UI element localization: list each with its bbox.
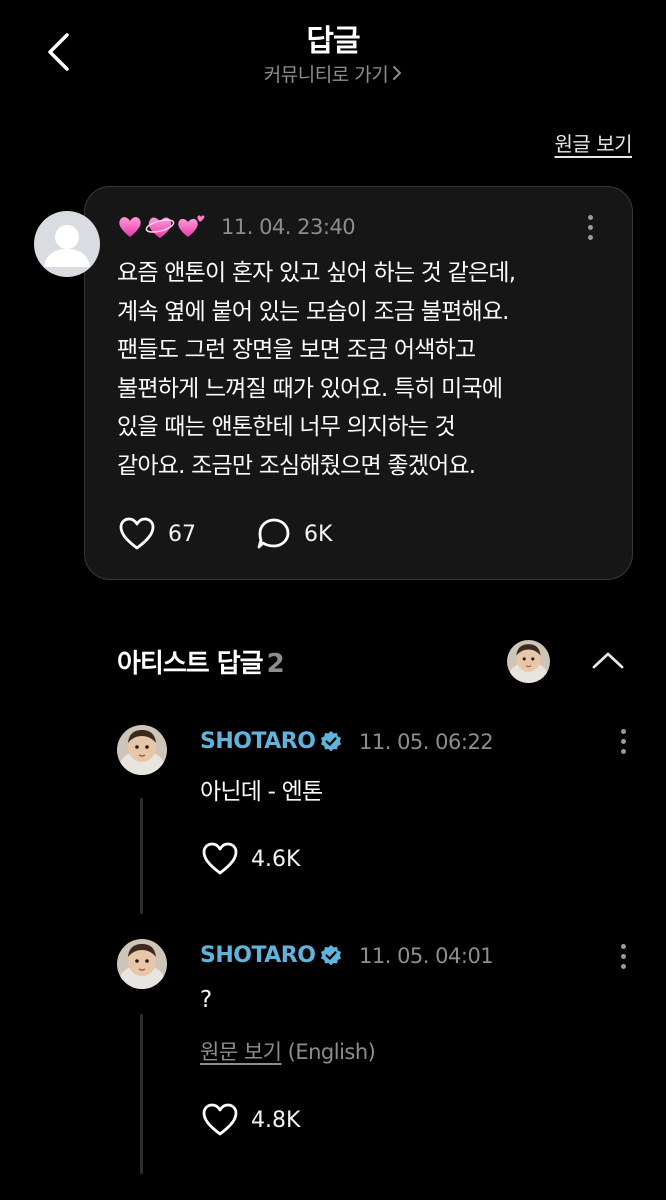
post-comment-button[interactable]: 6K — [256, 516, 332, 552]
reply-author-avatar[interactable] — [117, 939, 167, 989]
reply-more-button[interactable] — [611, 938, 635, 974]
page-title: 답글 — [306, 24, 360, 59]
artist-avatar-summary — [507, 640, 550, 683]
reply-more-button[interactable] — [611, 723, 635, 759]
post-timestamp: 11. 04. 23:40 — [221, 215, 356, 239]
hearts-icon — [119, 215, 205, 238]
verified-badge-icon — [321, 730, 342, 751]
post-author-hearts-nickname — [116, 212, 208, 242]
heart-outline-icon — [119, 517, 155, 550]
post-author-avatar[interactable] — [34, 211, 100, 277]
post-like-count: 67 — [168, 521, 196, 547]
artist-face-avatar-icon — [117, 725, 167, 775]
reply-text: 아닌데 - 엔톤 — [200, 779, 323, 805]
default-user-icon — [44, 225, 90, 267]
post-body: 요즘 앤톤이 혼자 있고 싶어 하는 것 같은데, 계속 옆에 붙어 있는 모습… — [117, 254, 617, 485]
view-original-post-link[interactable]: 원글 보기 — [555, 128, 633, 157]
reply-like-button[interactable]: 4.8K — [201, 1102, 300, 1138]
post-line: 팬들도 그런 장면을 보면 조금 어색하고 — [117, 337, 476, 363]
artist-replies-title: 아티스트 답글 — [117, 649, 264, 679]
post-more-button[interactable] — [578, 209, 602, 245]
reply-author-name[interactable]: SHOTARO — [200, 943, 343, 968]
reply-author-name-label: SHOTARO — [200, 943, 316, 968]
view-original-language-link[interactable]: 원문 보기 (English) — [200, 1036, 376, 1066]
reply-like-button[interactable]: 4.6K — [201, 841, 300, 877]
heart-outline-icon — [202, 842, 238, 875]
post-line: 같아요. 조금만 조심해줬으면 좋겠어요. — [117, 452, 476, 479]
original-language: (English) — [287, 1040, 376, 1064]
post-line: 있을 때는 앤톤한테 너무 의지하는 것 — [117, 414, 456, 440]
artist-replies-count: 2 — [266, 649, 285, 679]
community-link[interactable]: 커뮤니티로 가기 — [0, 60, 666, 87]
post-like-button[interactable]: 67 — [118, 516, 196, 552]
chevron-right-icon — [392, 64, 402, 86]
community-link-label: 커뮤니티로 가기 — [263, 64, 389, 86]
reply-thread-line — [140, 1014, 143, 1174]
artist-face-avatar-icon — [507, 640, 550, 683]
reply-author-name[interactable]: SHOTARO — [200, 729, 343, 754]
chevron-up-icon — [592, 652, 624, 669]
reply-thread-line — [140, 798, 143, 914]
reply-text: ? — [200, 987, 212, 1013]
post-line: 요즘 앤톤이 혼자 있고 싶어 하는 것 같은데, — [117, 260, 516, 286]
reply-author-name-label: SHOTARO — [200, 729, 316, 754]
reply-timestamp: 11. 05. 04:01 — [359, 944, 494, 968]
post-line: 계속 옆에 붙어 있는 모습이 조금 불편해요. — [117, 298, 510, 325]
verified-badge-icon — [321, 944, 342, 965]
artist-replies-heading: 아티스트 답글 2 — [117, 643, 285, 680]
comment-bubble-icon — [257, 518, 290, 549]
reply-like-count: 4.8K — [251, 1107, 301, 1133]
post-comment-count: 6K — [304, 521, 333, 547]
view-original-language-label: 원문 보기 — [200, 1040, 282, 1064]
reply-like-count: 4.6K — [251, 846, 301, 872]
heart-outline-icon — [202, 1103, 238, 1136]
artist-face-avatar-icon — [117, 939, 167, 989]
reply-author-avatar[interactable] — [117, 725, 167, 775]
collapse-replies-button[interactable] — [588, 644, 628, 676]
reply-timestamp: 11. 05. 06:22 — [359, 730, 494, 754]
post-line: 불편하게 느껴질 때가 있어요. 특히 미국에 — [117, 375, 503, 402]
